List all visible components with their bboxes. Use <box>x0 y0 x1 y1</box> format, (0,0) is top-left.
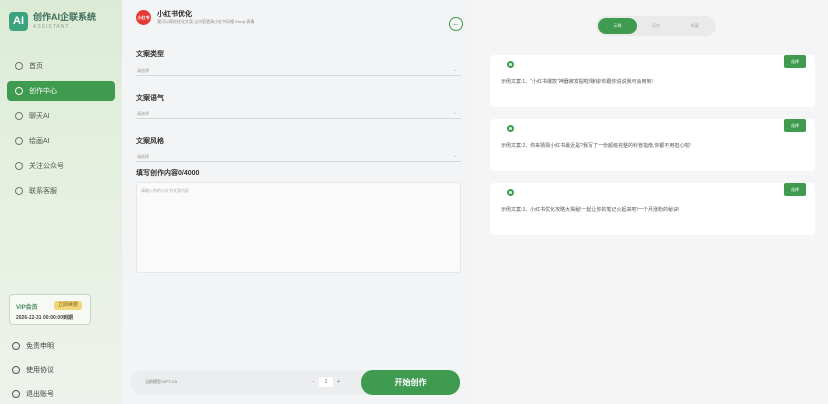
quantity-stepper: - 1 + <box>308 376 344 388</box>
check-circle-icon <box>507 61 514 68</box>
field-label-tone: 文案语气 <box>136 95 164 102</box>
disclaimer-link[interactable]: 免责申明 <box>12 340 54 351</box>
content-placeholder: 请输入你的小红书文案内容 <box>141 188 189 193</box>
example-card: 选择 示例文案:2、你来猜猜小红书最近是?我写了一份超级完整的科普指南,你都不用… <box>490 119 815 171</box>
sidebar-item-label: 联系客服 <box>29 188 57 195</box>
sidebar-nav: 首页 创作中心 聊天AI 绘画AI 关注公众号 联系客服 <box>7 56 115 206</box>
bottom-links: 免责申明 使用协议 退出账号 <box>12 340 54 404</box>
logout-link[interactable]: 退出账号 <box>12 388 54 399</box>
vip-label: VIP会员 <box>16 305 38 311</box>
sidebar-item-label: 绘画AI <box>29 138 50 145</box>
results-panel: 示例 历史 收藏 选择 示例文案:1、"小红书爆款"神器被发掘啦!赚钱!你跟你说… <box>477 0 828 404</box>
service-icon <box>15 187 23 195</box>
chevron-down-icon: ⌄ <box>452 153 457 159</box>
sidebar-item-chat[interactable]: 聊天AI <box>7 106 115 126</box>
example-card: 选择 示例文案:1、"小红书爆款"神器被发掘啦!赚钱!你跟你说说我可会用到! <box>490 55 815 107</box>
select-button[interactable]: 选择 <box>784 55 806 68</box>
sidebar-item-home[interactable]: 首页 <box>7 56 115 76</box>
logout-label: 退出账号 <box>26 390 54 398</box>
agreement-label: 使用协议 <box>26 366 54 374</box>
disclaimer-label: 免责申明 <box>26 342 54 350</box>
app-title: 创作AI企联系统 <box>33 12 97 22</box>
type-select-placeholder: 请选择 <box>137 68 149 73</box>
style-select-placeholder: 请选择 <box>137 154 149 159</box>
check-circle-icon <box>507 189 514 196</box>
back-arrow-icon[interactable]: ← <box>449 17 463 31</box>
sidebar-item-service[interactable]: 联系客服 <box>7 181 115 201</box>
increment-button[interactable]: + <box>333 379 344 385</box>
form-header: 小红书 小红书优化 我可以帮你优化文案,让内容更具小红书风格 Emoji 表情 <box>136 10 254 25</box>
result-tabs: 示例 历史 收藏 <box>596 16 716 36</box>
chevron-down-icon: ⌄ <box>452 110 457 116</box>
app-subtitle: ASSISTANT <box>33 24 70 30</box>
sidebar-item-create[interactable]: 创作中心 <box>7 81 115 101</box>
field-label-type: 文案类型 <box>136 51 164 58</box>
form-footer: 当前模型:GPT-3.5 - 1 + 开始创作 <box>131 370 460 395</box>
sidebar-item-label: 创作中心 <box>29 88 57 95</box>
sidebar-item-label: 聊天AI <box>29 113 50 120</box>
tone-select-placeholder: 请选择 <box>137 111 149 116</box>
wechat-icon <box>15 162 23 170</box>
style-select[interactable]: 请选择 ⌄ <box>136 151 461 162</box>
chat-icon <box>15 112 23 120</box>
renew-button[interactable]: 立即续费 <box>54 301 82 310</box>
select-button[interactable]: 选择 <box>784 183 806 196</box>
tone-select[interactable]: 请选择 ⌄ <box>136 108 461 119</box>
power-icon <box>12 389 20 398</box>
tab-history[interactable]: 历史 <box>637 18 676 34</box>
document-icon <box>12 365 20 374</box>
agreement-link[interactable]: 使用协议 <box>12 364 54 375</box>
example-text: 示例文案:1、"小红书爆款"神器被发掘啦!赚钱!你跟你说说我可会用到! <box>501 79 653 85</box>
decrement-button[interactable]: - <box>308 379 319 385</box>
vip-expiry: 2026-12-31 00:00:00到期 <box>16 315 73 321</box>
form-panel: 小红书 小红书优化 我可以帮你优化文案,让内容更具小红书风格 Emoji 表情 … <box>122 0 477 404</box>
sidebar-item-paint[interactable]: 绘画AI <box>7 131 115 151</box>
vip-card: VIP会员 立即续费 2026-12-31 00:00:00到期 <box>9 294 91 325</box>
brand: AI 创作AI企联系统 ASSISTANT <box>9 12 96 31</box>
chevron-down-icon: ⌄ <box>452 67 457 73</box>
example-card: 选择 示例文案:3、小红书优化攻略大揭秘!一起让你的笔记火起来吧!一个月涨粉的秘… <box>490 183 815 235</box>
form-title: 小红书优化 <box>157 11 192 18</box>
sidebar: AI 创作AI企联系统 ASSISTANT 首页 创作中心 聊天AI 绘画AI … <box>0 0 122 404</box>
sidebar-item-follow[interactable]: 关注公众号 <box>7 156 115 176</box>
type-select[interactable]: 请选择 ⌄ <box>136 65 461 76</box>
example-text: 示例文案:2、你来猜猜小红书最近是?我写了一份超级完整的科普指南,你都不用担心啦… <box>501 143 691 149</box>
edit-icon <box>15 87 23 95</box>
home-icon <box>15 62 23 70</box>
content-label: 填写创作内容0/4000 <box>136 170 200 177</box>
app-logo: AI <box>9 12 28 31</box>
form-subtitle: 我可以帮你优化文案,让内容更具小红书风格 Emoji 表情 <box>157 19 255 24</box>
sidebar-item-label: 关注公众号 <box>29 163 64 170</box>
start-create-button[interactable]: 开始创作 <box>361 370 460 395</box>
info-icon <box>12 341 20 350</box>
model-info: 当前模型:GPT-3.5 <box>145 379 178 384</box>
tab-example[interactable]: 示例 <box>598 18 637 34</box>
example-text: 示例文案:3、小红书优化攻略大揭秘!一起让你的笔记火起来吧!一个月涨粉的秘诀! <box>501 207 680 213</box>
field-label-style: 文案风格 <box>136 138 164 145</box>
sidebar-item-label: 首页 <box>29 63 43 70</box>
select-button[interactable]: 选择 <box>784 119 806 132</box>
paint-icon <box>15 137 23 145</box>
check-circle-icon <box>507 125 514 132</box>
content-textarea[interactable]: 请输入你的小红书文案内容 <box>136 182 461 273</box>
xiaohongshu-logo: 小红书 <box>136 10 151 25</box>
quantity-value[interactable]: 1 <box>319 377 333 387</box>
tab-favorites[interactable]: 收藏 <box>675 18 714 34</box>
